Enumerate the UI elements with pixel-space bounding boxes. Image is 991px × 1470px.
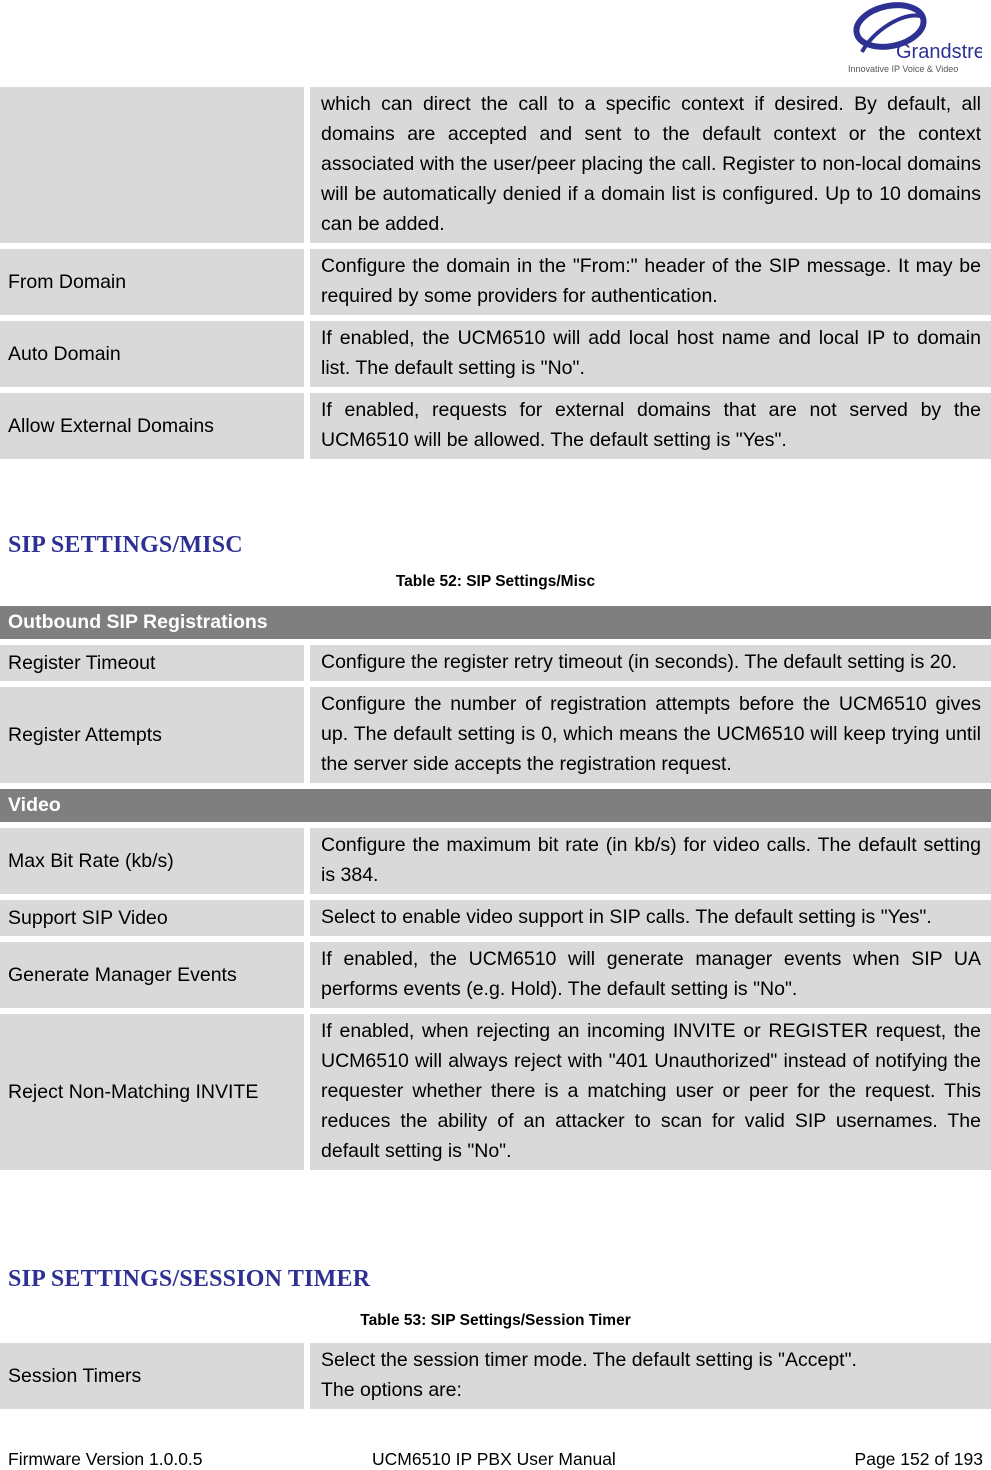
table-row: Register Timeout Configure the register …	[0, 645, 991, 681]
row-description: If enabled, the UCM6510 will generate ma…	[310, 942, 991, 1008]
description-line: The options are:	[321, 1379, 462, 1401]
firmware-version: Firmware Version 1.0.0.5	[8, 1449, 203, 1469]
row-label: Max Bit Rate (kb/s)	[0, 828, 304, 894]
row-description: If enabled, when rejecting an incoming I…	[310, 1014, 991, 1170]
row-description: If enabled, requests for external domain…	[310, 393, 991, 459]
page-number: Page 152 of 193	[854, 1449, 983, 1469]
svg-text:Grandstream: Grandstream	[896, 41, 982, 63]
domain-settings-table: which can direct the call to a specific …	[0, 87, 991, 465]
grandstream-logo: Grandstream Innovative IP Voice & Video	[842, 2, 991, 78]
row-description: Configure the domain in the "From:" head…	[310, 249, 991, 315]
row-label: From Domain	[0, 249, 304, 315]
table-row: Support SIP Video Select to enable video…	[0, 900, 991, 936]
table-row: which can direct the call to a specific …	[0, 87, 991, 243]
row-label: Auto Domain	[0, 321, 304, 387]
row-label: Allow External Domains	[0, 393, 304, 459]
table-row: Reject Non-Matching INVITE If enabled, w…	[0, 1014, 991, 1170]
group-header-video: Video	[0, 789, 991, 822]
row-description: Configure the maximum bit rate (in kb/s)…	[310, 828, 991, 894]
row-label	[0, 87, 304, 243]
row-label: Generate Manager Events	[0, 942, 304, 1008]
table-caption-session-timer: Table 53: SIP Settings/Session Timer	[360, 1312, 631, 1329]
row-label: Register Attempts	[0, 687, 304, 783]
manual-title: UCM6510 IP PBX User Manual	[372, 1449, 616, 1469]
table-row: Register Attempts Configure the number o…	[0, 687, 991, 783]
misc-settings-table: Outbound SIP Registrations Register Time…	[0, 606, 991, 1176]
row-description: Configure the register retry timeout (in…	[310, 645, 991, 681]
row-label: Support SIP Video	[0, 900, 304, 936]
row-label: Reject Non-Matching INVITE	[0, 1014, 304, 1170]
table-row: From Domain Configure the domain in the …	[0, 249, 991, 315]
row-description: If enabled, the UCM6510 will add local h…	[310, 321, 991, 387]
table-row: Session Timers Select the session timer …	[0, 1343, 991, 1409]
table-caption-misc: Table 52: SIP Settings/Misc	[395, 573, 596, 590]
section-title-misc: SIP SETTINGS/MISC	[8, 532, 243, 558]
row-description: Configure the number of registration att…	[310, 687, 991, 783]
row-label: Session Timers	[0, 1343, 304, 1409]
table-row: Auto Domain If enabled, the UCM6510 will…	[0, 321, 991, 387]
section-title-session-timer: SIP SETTINGS/SESSION TIMER	[8, 1266, 371, 1292]
row-description: Select the session timer mode. The defau…	[310, 1343, 991, 1409]
table-row: Generate Manager Events If enabled, the …	[0, 942, 991, 1008]
table-row: Allow External Domains If enabled, reque…	[0, 393, 991, 459]
row-label: Register Timeout	[0, 645, 304, 681]
description-line: Select the session timer mode. The defau…	[321, 1349, 857, 1371]
session-timer-table: Session Timers Select the session timer …	[0, 1343, 991, 1415]
logo-icon: Grandstream Innovative IP Voice & Video	[848, 2, 991, 74]
group-header-outbound: Outbound SIP Registrations	[0, 606, 991, 639]
svg-text:Innovative IP Voice & Video: Innovative IP Voice & Video	[848, 64, 958, 74]
row-description: Select to enable video support in SIP ca…	[310, 900, 991, 936]
row-description: which can direct the call to a specific …	[310, 87, 991, 243]
table-row: Max Bit Rate (kb/s) Configure the maximu…	[0, 828, 991, 894]
